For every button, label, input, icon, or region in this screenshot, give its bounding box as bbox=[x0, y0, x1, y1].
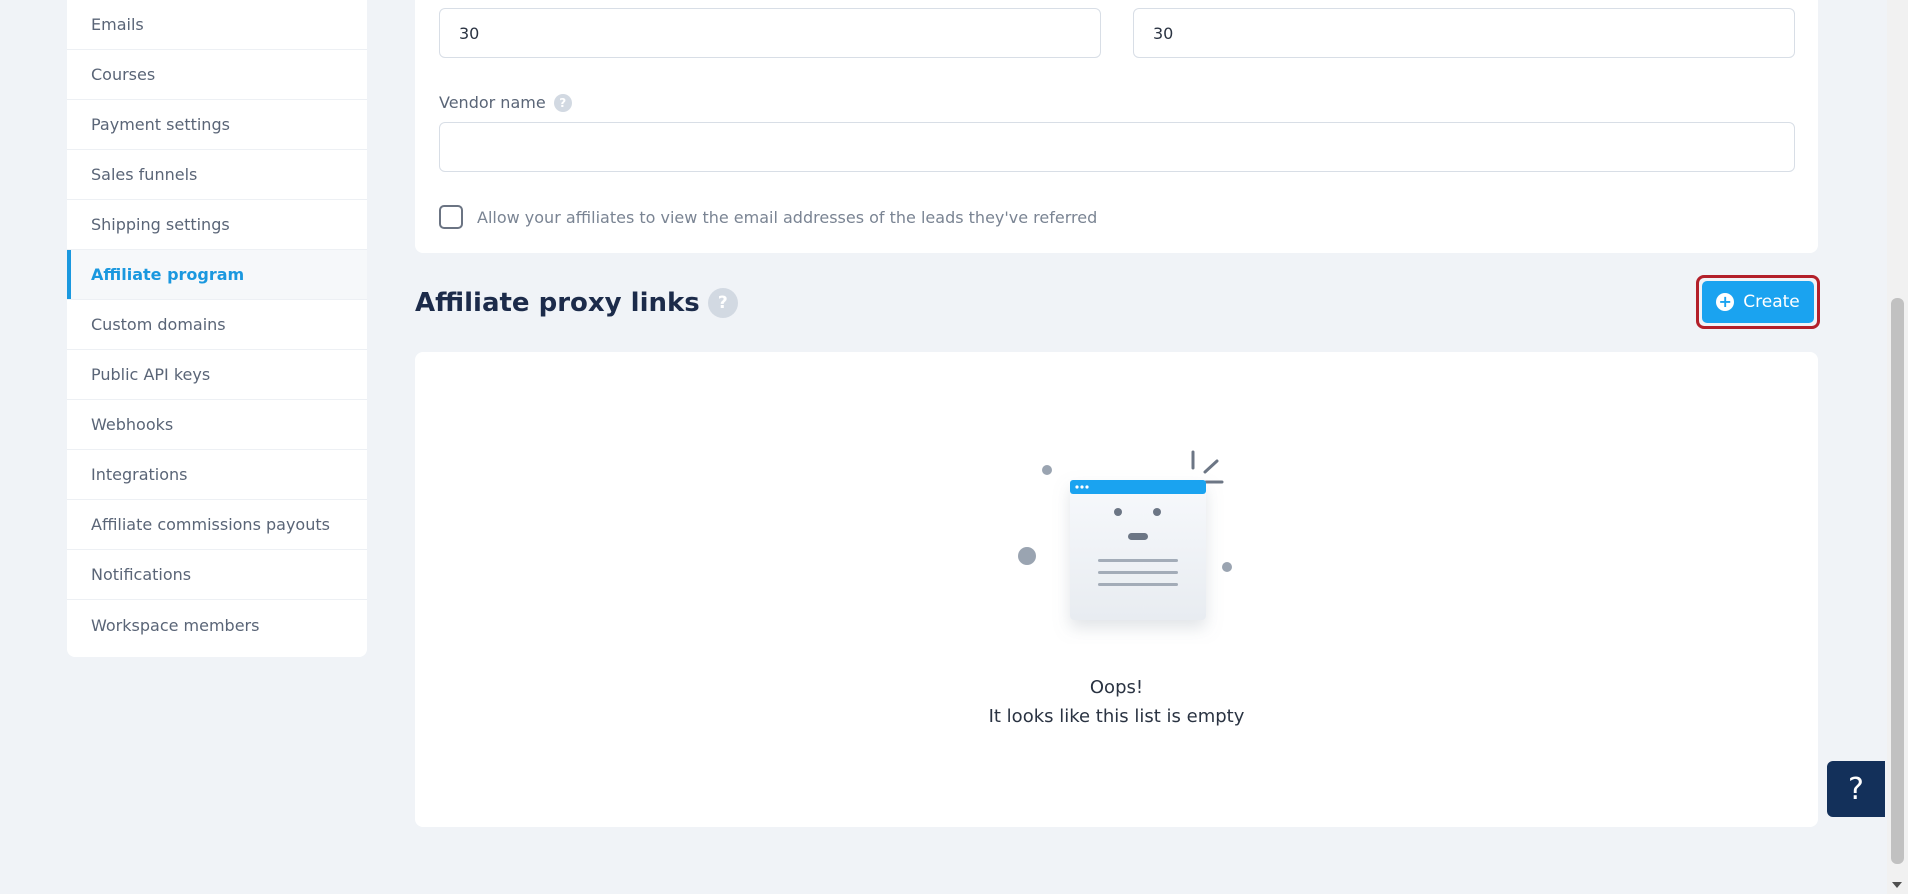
create-button-highlight: + Create bbox=[1696, 275, 1820, 329]
scrollbar-thumb[interactable] bbox=[1891, 298, 1904, 864]
sidebar-item-label: Integrations bbox=[91, 465, 188, 484]
number-field-left[interactable]: 30 bbox=[439, 8, 1101, 58]
sidebar-item-notifications[interactable]: Notifications bbox=[67, 550, 367, 600]
sidebar-item-label: Shipping settings bbox=[91, 215, 230, 234]
empty-title: Oops! bbox=[1089, 677, 1144, 698]
sidebar-item-workspace-members[interactable]: Workspace members bbox=[67, 600, 367, 650]
scroll-down-arrow-icon[interactable] bbox=[1892, 882, 1902, 888]
sidebar-item-label: Custom domains bbox=[91, 315, 226, 334]
affiliate-settings-card: 30 30 Vendor name ? Allow your affiliate… bbox=[415, 0, 1818, 253]
sidebar-item-affiliate-commissions-payouts[interactable]: Affiliate commissions payouts bbox=[67, 500, 367, 550]
help-icon[interactable]: ? bbox=[707, 288, 738, 318]
question-mark-icon: ? bbox=[1848, 771, 1864, 807]
sidebar-item-courses[interactable]: Courses bbox=[67, 50, 367, 100]
sidebar-item-affiliate-program[interactable]: Affiliate program bbox=[67, 250, 367, 300]
plus-circle-icon: + bbox=[1716, 293, 1735, 311]
sidebar-item-sales-funnels[interactable]: Sales funnels bbox=[67, 150, 367, 200]
sidebar-item-custom-domains[interactable]: Custom domains bbox=[67, 300, 367, 350]
sidebar-item-shipping-settings[interactable]: Shipping settings bbox=[67, 200, 367, 250]
number-field-right-value: 30 bbox=[1153, 23, 1174, 43]
sidebar-item-label: Emails bbox=[91, 15, 144, 34]
page: Emails Courses Payment settings Sales fu… bbox=[0, 0, 1908, 894]
sidebar-item-payment-settings[interactable]: Payment settings bbox=[67, 100, 367, 150]
sidebar-item-emails[interactable]: Emails bbox=[67, 0, 367, 50]
sidebar-item-public-api-keys[interactable]: Public API keys bbox=[67, 350, 367, 400]
sidebar-item-integrations[interactable]: Integrations bbox=[67, 450, 367, 500]
number-field-left-value: 30 bbox=[459, 23, 480, 43]
vendor-name-input[interactable] bbox=[439, 122, 1795, 172]
settings-sidebar: Emails Courses Payment settings Sales fu… bbox=[67, 0, 367, 657]
number-field-right[interactable]: 30 bbox=[1133, 8, 1795, 58]
section-title: Affiliate proxy links bbox=[415, 288, 700, 318]
vertical-scrollbar[interactable] bbox=[1887, 0, 1908, 894]
allow-view-emails-checkbox[interactable] bbox=[439, 205, 463, 229]
sidebar-item-label: Sales funnels bbox=[91, 165, 198, 184]
create-button[interactable]: + Create bbox=[1702, 281, 1814, 323]
empty-list-illustration-icon bbox=[1018, 450, 1232, 620]
sidebar-item-label: Workspace members bbox=[91, 615, 260, 635]
sidebar-item-label: Webhooks bbox=[91, 415, 174, 434]
proxy-links-list: Oops! It looks like this list is empty bbox=[415, 352, 1818, 827]
sidebar-item-label: Payment settings bbox=[91, 115, 230, 134]
sidebar-item-label: Courses bbox=[91, 65, 156, 84]
sidebar-item-label: Notifications bbox=[91, 565, 192, 584]
affiliate-proxy-links-heading: Affiliate proxy links ? bbox=[415, 285, 738, 321]
create-button-label: Create bbox=[1743, 292, 1800, 312]
empty-message: It looks like this list is empty bbox=[988, 706, 1245, 727]
help-icon[interactable]: ? bbox=[553, 93, 572, 112]
help-widget-button[interactable]: ? bbox=[1827, 761, 1885, 817]
sidebar-item-label: Public API keys bbox=[91, 365, 211, 384]
sidebar-item-webhooks[interactable]: Webhooks bbox=[67, 400, 367, 450]
sidebar-item-label: Affiliate program bbox=[91, 265, 245, 284]
allow-view-emails-label: Allow your affiliates to view the email … bbox=[477, 208, 1098, 227]
vendor-name-label-row: Vendor name ? bbox=[439, 93, 572, 112]
sidebar-item-label: Affiliate commissions payouts bbox=[91, 515, 330, 534]
vendor-name-label: Vendor name bbox=[439, 93, 546, 112]
